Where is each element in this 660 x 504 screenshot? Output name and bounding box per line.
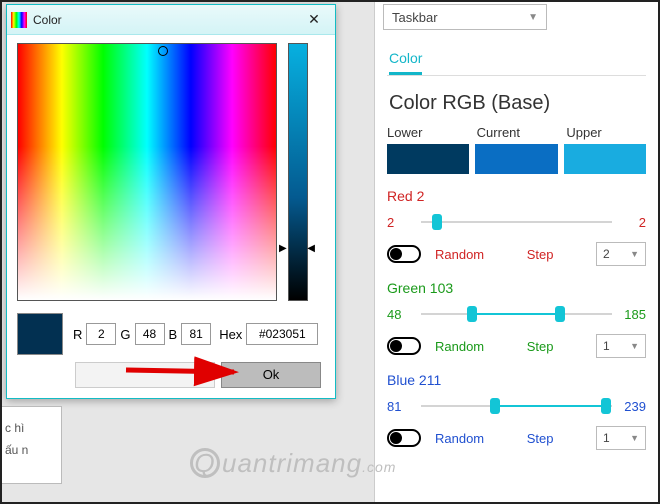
g-label: G <box>120 327 130 342</box>
ok-button[interactable]: Ok <box>221 362 321 388</box>
frag-line1: c hì <box>5 417 57 439</box>
blank-button[interactable] <box>75 362 215 388</box>
g-input[interactable] <box>135 323 165 345</box>
blue-random-label: Random <box>435 431 484 446</box>
red-title: Red 2 <box>387 188 646 204</box>
red-lo: 2 <box>387 215 415 230</box>
green-random-label: Random <box>435 339 484 354</box>
r-input[interactable] <box>86 323 116 345</box>
lower-swatch[interactable] <box>387 144 469 174</box>
blue-lo: 81 <box>387 399 415 414</box>
green-random-toggle[interactable] <box>387 337 421 355</box>
b-label: B <box>169 327 178 342</box>
current-label: Current <box>477 125 557 140</box>
green-step-select[interactable]: 1 ▼ <box>596 334 646 358</box>
titlebar[interactable]: Color ✕ <box>7 5 335 35</box>
red-step-label: Step <box>527 247 554 262</box>
r-label: R <box>73 327 82 342</box>
green-step-label: Step <box>527 339 554 354</box>
blue-hi: 239 <box>618 399 646 414</box>
green-channel: Green 103 48 185 Random Step 1 ▼ <box>387 280 646 358</box>
green-step-value: 1 <box>603 339 610 353</box>
blue-step-select[interactable]: 1 ▼ <box>596 426 646 450</box>
red-hi: 2 <box>618 215 646 230</box>
frag-line2: ấu n <box>5 439 57 461</box>
color-picker-window: Color ✕ ▶◀ R G B Hex Ok <box>6 4 336 399</box>
value-indicator: ▶◀ <box>279 243 315 254</box>
swatch-row <box>387 144 646 174</box>
divider <box>387 75 646 76</box>
red-channel: Red 2 2 2 Random Step 2 ▼ <box>387 188 646 266</box>
blue-random-toggle[interactable] <box>387 429 421 447</box>
hex-label: Hex <box>219 327 242 342</box>
red-random-label: Random <box>435 247 484 262</box>
blue-step-value: 1 <box>603 431 610 445</box>
chevron-down-icon: ▼ <box>528 12 538 23</box>
blue-slider[interactable] <box>421 392 612 420</box>
red-random-toggle[interactable] <box>387 245 421 263</box>
tabs: Color <box>389 50 658 75</box>
dropdown-value: Taskbar <box>392 10 438 25</box>
watermark-text: uantrimang <box>222 448 362 478</box>
window-title: Color <box>33 13 299 27</box>
watermark: Quantrimang.com <box>190 448 396 479</box>
color-cursor[interactable] <box>158 46 168 56</box>
b-input[interactable] <box>181 323 211 345</box>
green-hi: 185 <box>618 307 646 322</box>
swatch-headers: Lower Current Upper <box>387 125 646 140</box>
target-dropdown[interactable]: Taskbar ▼ <box>383 4 547 30</box>
value-slider[interactable] <box>288 43 308 301</box>
green-slider[interactable] <box>421 300 612 328</box>
upper-swatch[interactable] <box>564 144 646 174</box>
background-fragment: c hì ấu n <box>0 406 62 484</box>
green-title: Green 103 <box>387 280 646 296</box>
settings-panel: Taskbar ▼ Color Color RGB (Base) Lower C… <box>374 0 658 504</box>
current-swatch[interactable] <box>475 144 557 174</box>
chevron-down-icon: ▼ <box>630 249 639 259</box>
chevron-down-icon: ▼ <box>630 433 639 443</box>
lower-label: Lower <box>387 125 467 140</box>
current-color-swatch <box>17 313 63 355</box>
app-icon <box>11 12 27 28</box>
red-step-select[interactable]: 2 ▼ <box>596 242 646 266</box>
green-lo: 48 <box>387 307 415 322</box>
red-slider[interactable] <box>421 208 612 236</box>
blue-channel: Blue 211 81 239 Random Step 1 ▼ <box>387 372 646 450</box>
hue-saturation-field[interactable] <box>17 43 277 301</box>
tab-color[interactable]: Color <box>389 50 422 75</box>
blue-title: Blue 211 <box>387 372 646 388</box>
close-button[interactable]: ✕ <box>299 11 329 28</box>
red-step-value: 2 <box>603 247 610 261</box>
chevron-down-icon: ▼ <box>630 341 639 351</box>
blue-step-label: Step <box>527 431 554 446</box>
upper-label: Upper <box>566 125 646 140</box>
hex-input[interactable] <box>246 323 318 345</box>
section-title: Color RGB (Base) <box>389 92 658 115</box>
